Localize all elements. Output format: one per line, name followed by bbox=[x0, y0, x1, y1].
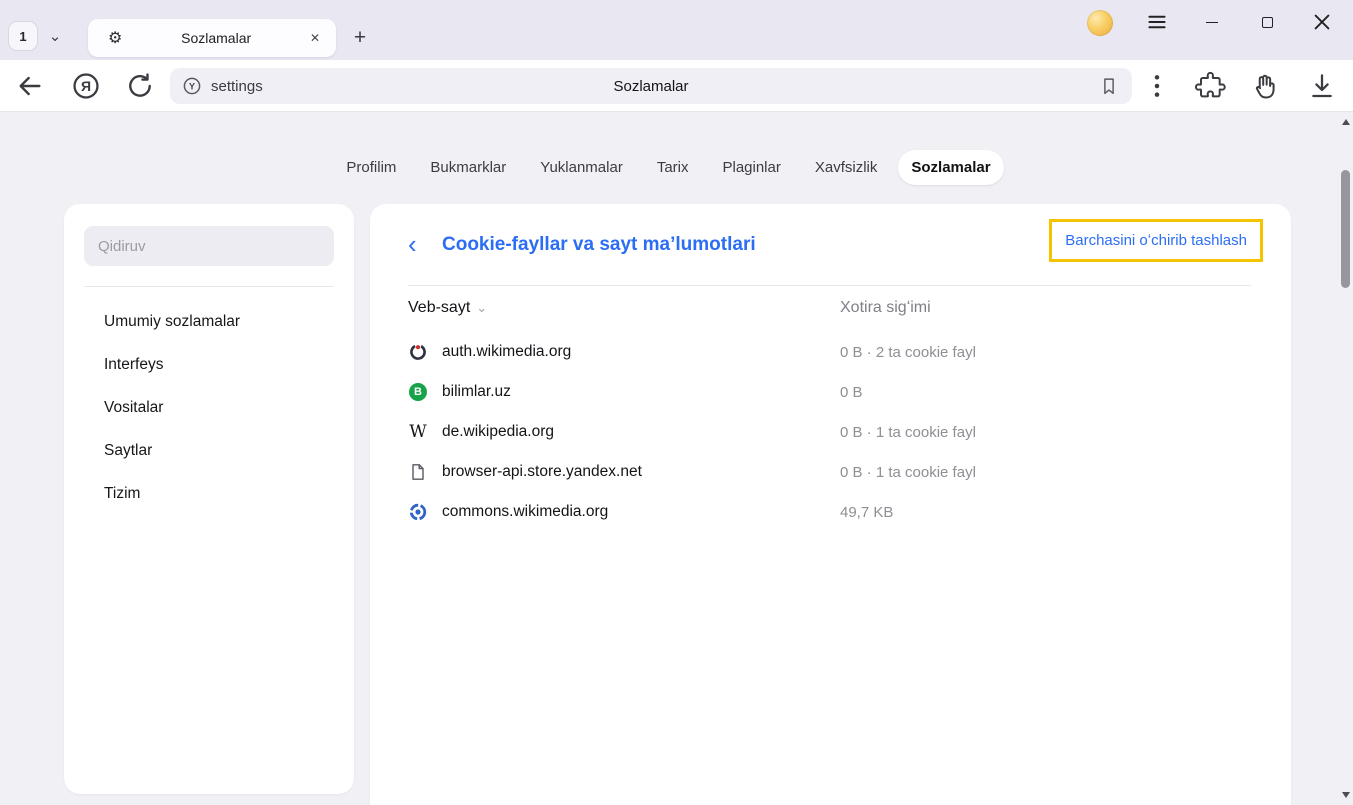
site-size: 49,7 KB bbox=[840, 504, 893, 521]
search-input[interactable] bbox=[84, 226, 334, 266]
gear-icon: ⚙ bbox=[108, 28, 122, 48]
svg-text:Я: Я bbox=[81, 78, 91, 94]
sidebar-item-vositalar[interactable]: Vositalar bbox=[64, 386, 354, 429]
site-size: 0 B bbox=[840, 384, 863, 401]
back-button[interactable] bbox=[14, 70, 46, 102]
downloads-icon[interactable] bbox=[1306, 70, 1338, 102]
address-page-title: Sozlamalar bbox=[170, 78, 1132, 95]
reload-button[interactable] bbox=[124, 70, 156, 102]
cookies-panel: ‹ Cookie-fayllar va sayt ma’lumotlari Ba… bbox=[370, 204, 1291, 805]
wikipedia-icon: W bbox=[408, 422, 428, 442]
column-header-size: Xotira sigʻimi bbox=[840, 299, 931, 317]
browser-toolbar: Я Y settings Sozlamalar bbox=[0, 60, 1353, 112]
sidebar-item-interfeys[interactable]: Interfeys bbox=[64, 343, 354, 386]
hamburger-menu-icon[interactable] bbox=[1143, 8, 1171, 36]
nav-tab-sozlamalar[interactable]: Sozlamalar bbox=[898, 150, 1003, 185]
page-title: Cookie-fayllar va sayt ma’lumotlari bbox=[442, 234, 756, 256]
site-name: browser-api.store.yandex.net bbox=[442, 463, 642, 481]
table-header: Veb-sayt ⌄ Xotira sigʻimi bbox=[408, 290, 1251, 326]
scrollbar-thumb[interactable] bbox=[1341, 170, 1350, 288]
page-scrollbar[interactable] bbox=[1338, 112, 1353, 805]
sidebar-list: Umumiy sozlamalar Interfeys Vositalar Sa… bbox=[64, 300, 354, 515]
delete-all-button[interactable]: Barchasini oʻchirib tashlash bbox=[1049, 219, 1263, 262]
settings-sidebar: Umumiy sozlamalar Interfeys Vositalar Sa… bbox=[64, 204, 354, 794]
table-row[interactable]: B bilimlar.uz 0 B bbox=[408, 372, 1251, 412]
maximize-button[interactable] bbox=[1253, 8, 1281, 36]
table-row[interactable]: auth.wikimedia.org 0 B · 2 ta cookie fay… bbox=[408, 332, 1251, 372]
sidebar-item-saytlar[interactable]: Saytlar bbox=[64, 429, 354, 472]
site-badge-icon: Y bbox=[182, 76, 202, 96]
site-name: auth.wikimedia.org bbox=[442, 343, 571, 361]
site-size: 0 B · 1 ta cookie fayl bbox=[840, 424, 976, 441]
tab-counter-value: 1 bbox=[19, 29, 26, 44]
tab-strip: 1 ⌄ ⚙ Sozlamalar ✕ + bbox=[0, 0, 1353, 60]
nav-tab-tarix[interactable]: Tarix bbox=[644, 150, 702, 185]
site-size: 0 B · 2 ta cookie fayl bbox=[840, 344, 976, 361]
site-name: commons.wikimedia.org bbox=[442, 503, 608, 521]
yandex-logo-button[interactable]: Я bbox=[70, 70, 102, 102]
hand-gesture-icon[interactable] bbox=[1250, 70, 1282, 102]
svg-text:Y: Y bbox=[189, 81, 195, 91]
table-row[interactable]: browser-api.store.yandex.net 0 B · 1 ta … bbox=[408, 452, 1251, 492]
address-url-text: settings bbox=[211, 78, 263, 95]
wikimedia-icon bbox=[408, 342, 428, 362]
nav-tab-plaginlar[interactable]: Plaginlar bbox=[709, 150, 793, 185]
browser-tab-settings[interactable]: ⚙ Sozlamalar ✕ bbox=[88, 19, 336, 57]
nav-tab-profilim[interactable]: Profilim bbox=[333, 150, 409, 185]
scroll-up-icon[interactable] bbox=[1342, 119, 1350, 125]
commons-icon bbox=[408, 502, 428, 522]
nav-tab-yuklanmalar[interactable]: Yuklanmalar bbox=[527, 150, 636, 185]
settings-nav-tabs: Profilim Bukmarklar Yuklanmalar Tarix Pl… bbox=[0, 148, 1337, 186]
minimize-button[interactable] bbox=[1198, 8, 1226, 36]
site-size: 0 B · 1 ta cookie fayl bbox=[840, 464, 976, 481]
sidebar-item-tizim[interactable]: Tizim bbox=[64, 472, 354, 515]
bilimlar-icon: B bbox=[408, 382, 428, 402]
site-table: auth.wikimedia.org 0 B · 2 ta cookie fay… bbox=[408, 332, 1251, 532]
tab-title: Sozlamalar bbox=[122, 30, 310, 46]
header-divider bbox=[408, 285, 1251, 286]
table-row[interactable]: commons.wikimedia.org 49,7 KB bbox=[408, 492, 1251, 532]
nav-tab-xavfsizlik[interactable]: Xavfsizlik bbox=[802, 150, 891, 185]
sort-chevron-icon[interactable]: ⌄ bbox=[476, 300, 487, 316]
tab-close-icon[interactable]: ✕ bbox=[310, 31, 320, 45]
table-row[interactable]: W de.wikipedia.org 0 B · 1 ta cookie fay… bbox=[408, 412, 1251, 452]
bookmark-icon[interactable] bbox=[1098, 75, 1120, 97]
site-name: de.wikipedia.org bbox=[442, 423, 554, 441]
tabs-list-chevron-icon[interactable]: ⌄ bbox=[42, 21, 68, 51]
column-header-site[interactable]: Veb-sayt bbox=[408, 299, 470, 317]
site-name: bilimlar.uz bbox=[442, 383, 511, 401]
sidebar-divider bbox=[84, 286, 334, 287]
nav-tab-bukmarklar[interactable]: Bukmarklar bbox=[417, 150, 519, 185]
document-icon bbox=[408, 462, 428, 482]
new-tab-button[interactable]: + bbox=[344, 22, 376, 54]
extensions-puzzle-icon[interactable] bbox=[1195, 70, 1227, 102]
address-bar[interactable]: Y settings Sozlamalar bbox=[170, 68, 1132, 104]
browser-window: 1 ⌄ ⚙ Sozlamalar ✕ + Я Y bbox=[0, 0, 1353, 805]
scroll-down-icon[interactable] bbox=[1342, 792, 1350, 798]
avatar[interactable] bbox=[1087, 10, 1113, 36]
more-options-icon[interactable] bbox=[1141, 70, 1173, 102]
back-chevron-icon[interactable]: ‹ bbox=[408, 230, 417, 258]
tab-counter[interactable]: 1 bbox=[8, 21, 38, 51]
sidebar-item-umumiy-sozlamalar[interactable]: Umumiy sozlamalar bbox=[64, 300, 354, 343]
close-window-button[interactable] bbox=[1308, 8, 1336, 36]
